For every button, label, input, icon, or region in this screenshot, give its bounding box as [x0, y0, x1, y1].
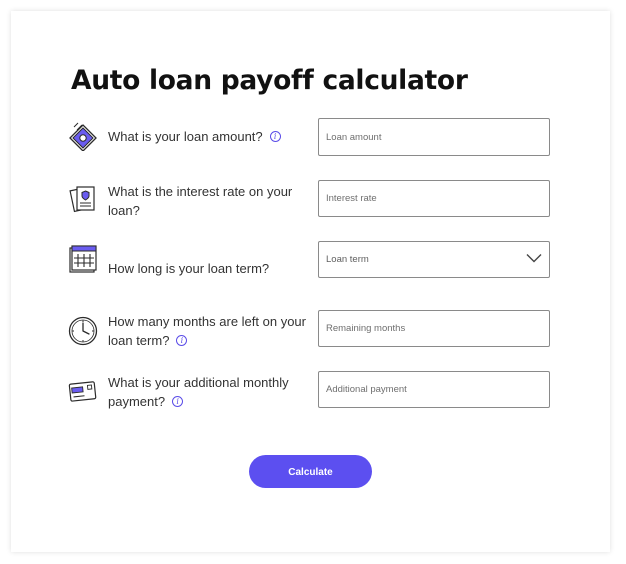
interest-rate-field [318, 180, 550, 217]
additional-payment-question: What is your additional monthly payment?… [108, 374, 308, 411]
remaining-months-input[interactable] [319, 311, 549, 346]
rate-document-icon [68, 184, 98, 214]
info-icon[interactable]: i [176, 334, 188, 346]
money-bill-icon [68, 121, 98, 151]
loan-term-selected-value: Loan term [326, 254, 369, 265]
calculator-card: Auto loan payoff calculator What is your… [11, 11, 610, 552]
loan-amount-input[interactable] [319, 119, 549, 155]
info-icon[interactable]: i [269, 131, 281, 143]
calendar-icon [68, 243, 98, 273]
loan-amount-question: What is your loan amount? i [108, 128, 308, 147]
remaining-months-field [318, 310, 550, 347]
credit-card-icon [68, 379, 98, 409]
loan-term-question: How long is your loan term? [108, 261, 270, 276]
page-title: Auto loan payoff calculator [71, 65, 468, 96]
info-icon[interactable]: i [172, 395, 184, 407]
calculate-button[interactable]: Calculate [249, 455, 372, 488]
interest-rate-input[interactable] [319, 181, 549, 216]
remaining-months-question-text: How many months are left on your loan te… [108, 314, 306, 348]
additional-payment-input[interactable] [319, 372, 549, 407]
additional-payment-question-text: What is your additional monthly payment? [108, 375, 289, 409]
additional-payment-field [318, 371, 550, 408]
loan-amount-field [318, 118, 550, 156]
loan-term-select[interactable]: Loan term [318, 241, 550, 278]
loan-amount-question-text: What is your loan amount? [108, 129, 263, 144]
clock-icon [68, 315, 98, 346]
chevron-down-icon [526, 254, 542, 263]
interest-rate-question: What is the interest rate on your loan? [108, 184, 293, 218]
remaining-months-question: How many months are left on your loan te… [108, 313, 308, 350]
